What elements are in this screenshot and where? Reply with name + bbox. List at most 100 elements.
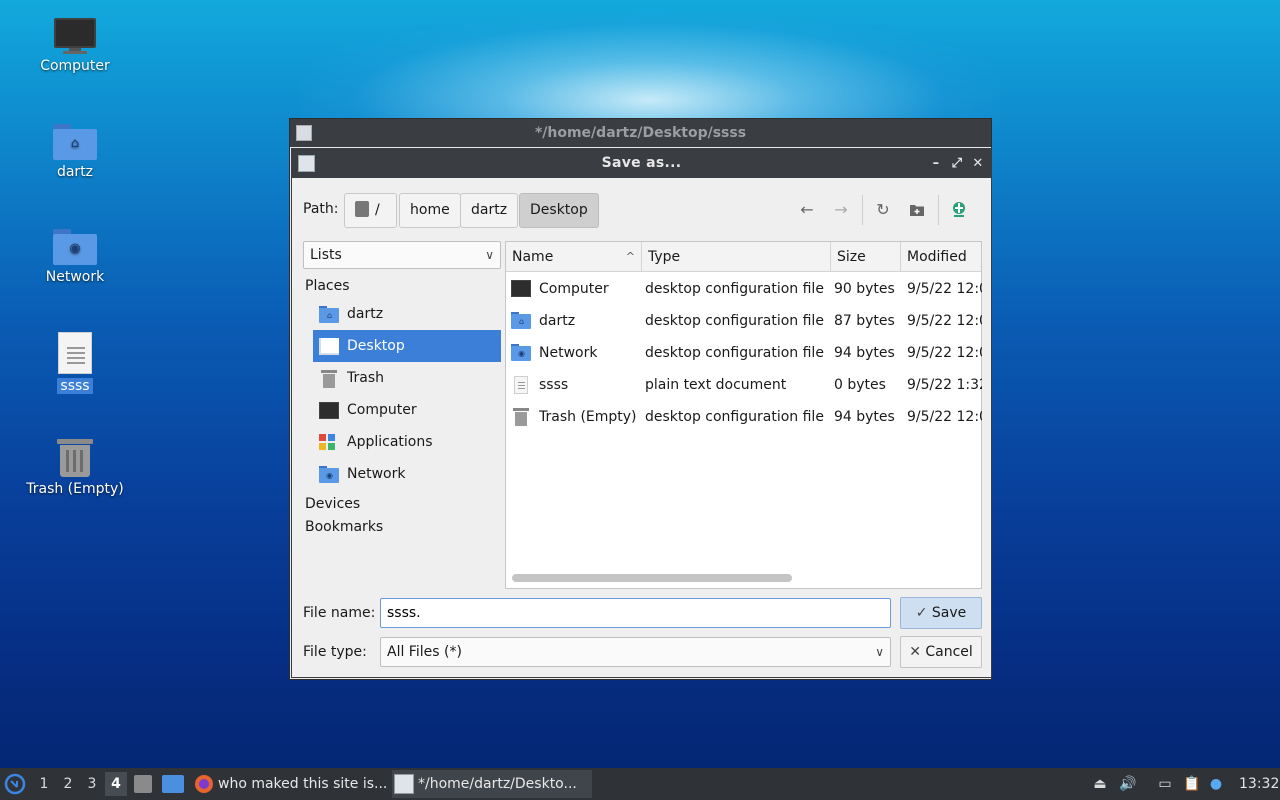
file-modified: 9/5/22 12:0 <box>907 409 982 425</box>
eject-icon[interactable]: ⏏ <box>1090 774 1110 794</box>
start-menu-button[interactable] <box>4 773 26 795</box>
sidebar-item-applications[interactable]: Applications <box>303 426 501 458</box>
sidebar-item-computer[interactable]: Computer <box>303 394 501 426</box>
file-modified: 9/5/22 12:0 <box>907 345 982 361</box>
file-size: 90 bytes <box>834 281 895 297</box>
places-header[interactable]: Places <box>303 275 501 298</box>
save-button-label: Save <box>931 605 967 621</box>
save-as-dialog: Save as... – ⤢ ✕ Path: / home dartz Desk… <box>291 148 992 678</box>
desktop-icon-label: Computer <box>40 58 110 74</box>
new-folder-button[interactable] <box>904 197 930 223</box>
column-header-label: Modified <box>907 249 967 265</box>
back-button[interactable]: ← <box>794 197 820 223</box>
table-row[interactable]: ◉ Network desktop configuration file 94 … <box>506 337 982 369</box>
desktop-icon-label: dartz <box>56 164 94 180</box>
editor-window-title: */home/dartz/Desktop/ssss <box>534 125 747 141</box>
horizontal-scrollbar[interactable] <box>512 574 792 582</box>
dialog-titlebar[interactable]: Save as... – ⤢ ✕ <box>292 149 991 178</box>
task-firefox[interactable]: who maked this site is... <box>192 770 387 798</box>
network-status-icon[interactable]: ▭ <box>1155 774 1175 794</box>
workspace-1[interactable]: 1 <box>33 772 55 796</box>
table-row[interactable]: Computer desktop configuration file 90 b… <box>506 273 982 305</box>
volume-icon[interactable]: 🔊 <box>1118 774 1138 794</box>
bookmark-icon <box>953 202 965 217</box>
desktop-icon-label: ssss <box>57 378 93 394</box>
file-type: plain text document <box>645 377 787 393</box>
clock[interactable]: 13:32 <box>1239 768 1279 800</box>
cancel-button-label: Cancel <box>925 644 973 660</box>
reload-button[interactable]: ↻ <box>870 197 896 223</box>
sidebar-item-desktop[interactable]: Desktop <box>313 330 501 362</box>
sidebar-item-trash[interactable]: Trash <box>303 362 501 394</box>
sidebar-item-label: Trash <box>347 370 384 386</box>
file-modified: 9/5/22 1:32 <box>907 377 982 393</box>
desktop-icon-dartz[interactable]: ⌂ dartz <box>20 124 130 180</box>
file-type-select[interactable]: All Files (*) ∨ <box>380 637 891 667</box>
dialog-title: Save as... <box>601 155 682 171</box>
editor-titlebar[interactable]: */home/dartz/Desktop/ssss <box>290 119 991 147</box>
trash-icon <box>321 370 341 388</box>
desktop-icon-network[interactable]: ◉ Network <box>20 229 130 285</box>
file-size: 94 bytes <box>834 409 895 425</box>
table-row[interactable]: Trash (Empty) desktop configuration file… <box>506 401 982 433</box>
column-header-modified[interactable]: Modified <box>901 242 981 272</box>
minimize-button[interactable]: – <box>927 149 945 178</box>
breadcrumb-label: Desktop <box>530 202 588 218</box>
bookmarks-header[interactable]: Bookmarks <box>303 516 501 539</box>
column-header-type[interactable]: Type <box>642 242 831 272</box>
file-manager-launcher[interactable] <box>134 775 152 793</box>
forward-button[interactable]: → <box>828 197 854 223</box>
file-modified: 9/5/22 12:0 <box>907 313 982 329</box>
table-row[interactable]: ⌂ dartz desktop configuration file 87 by… <box>506 305 982 337</box>
home-folder-icon: ⌂ <box>53 124 97 160</box>
column-header-label: Size <box>837 249 866 265</box>
column-header-size[interactable]: Size <box>831 242 901 272</box>
network-folder-icon: ◉ <box>511 344 531 361</box>
workspace-4[interactable]: 4 <box>105 772 127 796</box>
file-modified: 9/5/22 12:0 <box>907 281 982 297</box>
desktop-icon-computer[interactable]: Computer <box>20 18 130 74</box>
desktop-icon-label: Network <box>45 269 105 285</box>
show-desktop-button[interactable] <box>162 775 184 793</box>
workspace-3[interactable]: 3 <box>81 772 103 796</box>
file-name: ssss <box>539 377 569 393</box>
lubuntu-logo-icon <box>4 773 26 795</box>
file-size: 94 bytes <box>834 345 895 361</box>
toolbar-separator <box>938 195 939 225</box>
side-pane-mode-value: Lists <box>310 247 342 263</box>
update-notifier-icon[interactable]: ● <box>1206 774 1226 794</box>
sidebar-item-label: Applications <box>347 434 433 450</box>
workspace-2[interactable]: 2 <box>57 772 79 796</box>
close-button[interactable]: ✕ <box>969 149 987 178</box>
maximize-button[interactable]: ⤢ <box>948 149 966 178</box>
chevron-down-icon: ∨ <box>875 645 884 659</box>
breadcrumb-dartz[interactable]: dartz <box>460 193 519 228</box>
sidebar-item-dartz[interactable]: ⌂ dartz <box>303 298 501 330</box>
desktop-icon-trash[interactable]: Trash (Empty) <box>20 437 130 497</box>
breadcrumb-home[interactable]: home <box>399 193 461 228</box>
column-header-label: Type <box>648 249 681 265</box>
clipboard-icon[interactable]: 📋 <box>1182 774 1202 794</box>
devices-header[interactable]: Devices <box>303 493 501 516</box>
text-file-icon <box>514 376 528 394</box>
computer-icon <box>54 18 96 54</box>
text-editor-icon <box>394 774 414 794</box>
drive-icon <box>355 201 369 217</box>
task-text-editor[interactable]: */home/dartz/Deskto... <box>392 770 592 798</box>
file-name-input[interactable] <box>380 598 891 628</box>
file-name: Trash (Empty) <box>539 409 637 425</box>
text-editor-icon <box>298 155 315 172</box>
save-button[interactable]: ✓ Save <box>900 597 982 629</box>
side-pane-mode-select[interactable]: Lists ∨ <box>303 241 501 269</box>
cancel-button[interactable]: ✕ Cancel <box>900 636 982 668</box>
table-row[interactable]: ssss plain text document 0 bytes 9/5/22 … <box>506 369 982 401</box>
file-size: 87 bytes <box>834 313 895 329</box>
column-header-name[interactable]: Name ^ <box>506 242 642 272</box>
sidebar-item-network[interactable]: ◉ Network <box>303 458 501 490</box>
breadcrumb-root[interactable]: / <box>344 193 397 228</box>
breadcrumb-desktop[interactable]: Desktop <box>519 193 599 228</box>
bookmark-button[interactable] <box>946 197 972 223</box>
sidebar-item-label: Network <box>347 466 406 482</box>
desktop-icon-ssss[interactable]: ssss <box>20 332 130 394</box>
file-list-header: Name ^ Type Size Modified <box>506 242 981 272</box>
